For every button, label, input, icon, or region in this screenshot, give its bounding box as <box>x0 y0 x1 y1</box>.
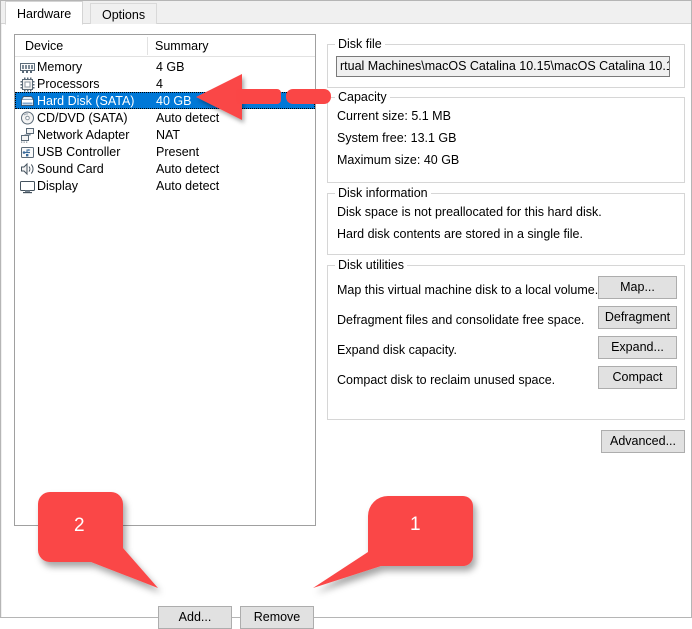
disk-file-group: Disk file rtual Machines\macOS Catalina … <box>327 44 685 88</box>
expand-button[interactable]: Expand... <box>598 336 677 359</box>
capacity-group: Capacity Current size: 5.1 MB System fre… <box>327 97 685 183</box>
disk-information-group-title: Disk information <box>335 186 431 200</box>
device-summary: 4 <box>156 77 163 91</box>
disk-utilities-group: Disk utilities Map this virtual machine … <box>327 265 685 420</box>
capacity-group-title: Capacity <box>335 90 390 104</box>
device-name: Display <box>37 179 156 193</box>
tab-hardware-label: Hardware <box>17 7 71 21</box>
advanced-button[interactable]: Advanced... <box>601 430 685 453</box>
hard-disk-icon <box>19 93 36 109</box>
defragment-description: Defragment files and consolidate free sp… <box>337 313 584 327</box>
device-name: Network Adapter <box>37 128 156 142</box>
tab-options-label: Options <box>102 8 145 22</box>
column-header-device[interactable]: Device <box>25 39 63 53</box>
hardware-tab-panel: Device Summary <box>2 24 691 617</box>
processor-icon <box>19 76 36 92</box>
device-row-sound-card[interactable]: Sound Card Auto detect <box>15 160 315 177</box>
disk-utilities-group-title: Disk utilities <box>335 258 407 272</box>
map-description: Map this virtual machine disk to a local… <box>337 283 598 297</box>
disk-utility-row: Compact disk to reclaim unused space. Co… <box>328 366 686 396</box>
device-summary: NAT <box>156 128 180 142</box>
device-rows: Memory 4 GB <box>15 58 315 194</box>
device-summary: Present <box>156 145 199 159</box>
capacity-current-size: Current size: 5.1 MB <box>337 109 451 123</box>
disk-utility-row: Map this virtual machine disk to a local… <box>328 276 686 306</box>
display-icon <box>19 178 36 194</box>
device-name: Memory <box>37 60 156 74</box>
device-name: Hard Disk (SATA) <box>37 94 156 108</box>
device-summary: Auto detect <box>156 111 219 125</box>
compact-button[interactable]: Compact <box>598 366 677 389</box>
disk-utility-row: Defragment files and consolidate free sp… <box>328 306 686 336</box>
device-row-memory[interactable]: Memory 4 GB <box>15 58 315 75</box>
column-header-summary[interactable]: Summary <box>155 39 208 53</box>
compact-description: Compact disk to reclaim unused space. <box>337 373 555 387</box>
device-row-usb-controller[interactable]: USB Controller Present <box>15 143 315 160</box>
disk-file-group-title: Disk file <box>335 37 385 51</box>
expand-description: Expand disk capacity. <box>337 343 457 357</box>
device-row-processors[interactable]: Processors 4 <box>15 75 315 92</box>
device-row-network-adapter[interactable]: Network Adapter NAT <box>15 126 315 143</box>
device-summary: 40 GB <box>156 94 191 108</box>
settings-window: Hardware Options Device Summary <box>0 0 692 618</box>
disk-information-group: Disk information Disk space is not preal… <box>327 193 685 255</box>
sound-card-icon <box>19 161 36 177</box>
memory-icon <box>19 59 36 75</box>
device-summary: Auto detect <box>156 162 219 176</box>
capacity-system-free: System free: 13.1 GB <box>337 131 457 145</box>
device-row-hard-disk[interactable]: Hard Disk (SATA) 40 GB <box>15 92 315 109</box>
capacity-maximum-size: Maximum size: 40 GB <box>337 153 459 167</box>
usb-controller-icon <box>19 144 36 160</box>
device-name: Processors <box>37 77 156 91</box>
device-list-header: Device Summary <box>15 35 315 57</box>
device-summary: Auto detect <box>156 179 219 193</box>
device-row-cd-dvd[interactable]: CD/DVD (SATA) Auto detect <box>15 109 315 126</box>
disk-information-line: Hard disk contents are stored in a singl… <box>337 227 583 241</box>
column-divider <box>147 37 148 55</box>
device-name: Sound Card <box>37 162 156 176</box>
cd-dvd-icon <box>19 110 36 126</box>
device-name: CD/DVD (SATA) <box>37 111 156 125</box>
device-name: USB Controller <box>37 145 156 159</box>
defragment-button[interactable]: Defragment <box>598 306 677 329</box>
device-list[interactable]: Device Summary <box>14 34 316 526</box>
disk-information-line: Disk space is not preallocated for this … <box>337 205 602 219</box>
tab-hardware[interactable]: Hardware <box>5 1 83 25</box>
disk-file-input[interactable]: rtual Machines\macOS Catalina 10.15\macO… <box>336 56 670 77</box>
network-adapter-icon <box>19 127 36 143</box>
bottom-button-bar: Add... Remove <box>2 584 691 617</box>
tab-strip: Hardware Options <box>1 1 691 24</box>
tab-options[interactable]: Options <box>90 3 157 25</box>
disk-utility-row: Expand disk capacity. Expand... <box>328 336 686 366</box>
device-row-display[interactable]: Display Auto detect <box>15 177 315 194</box>
map-button[interactable]: Map... <box>598 276 677 299</box>
device-summary: 4 GB <box>156 60 185 74</box>
